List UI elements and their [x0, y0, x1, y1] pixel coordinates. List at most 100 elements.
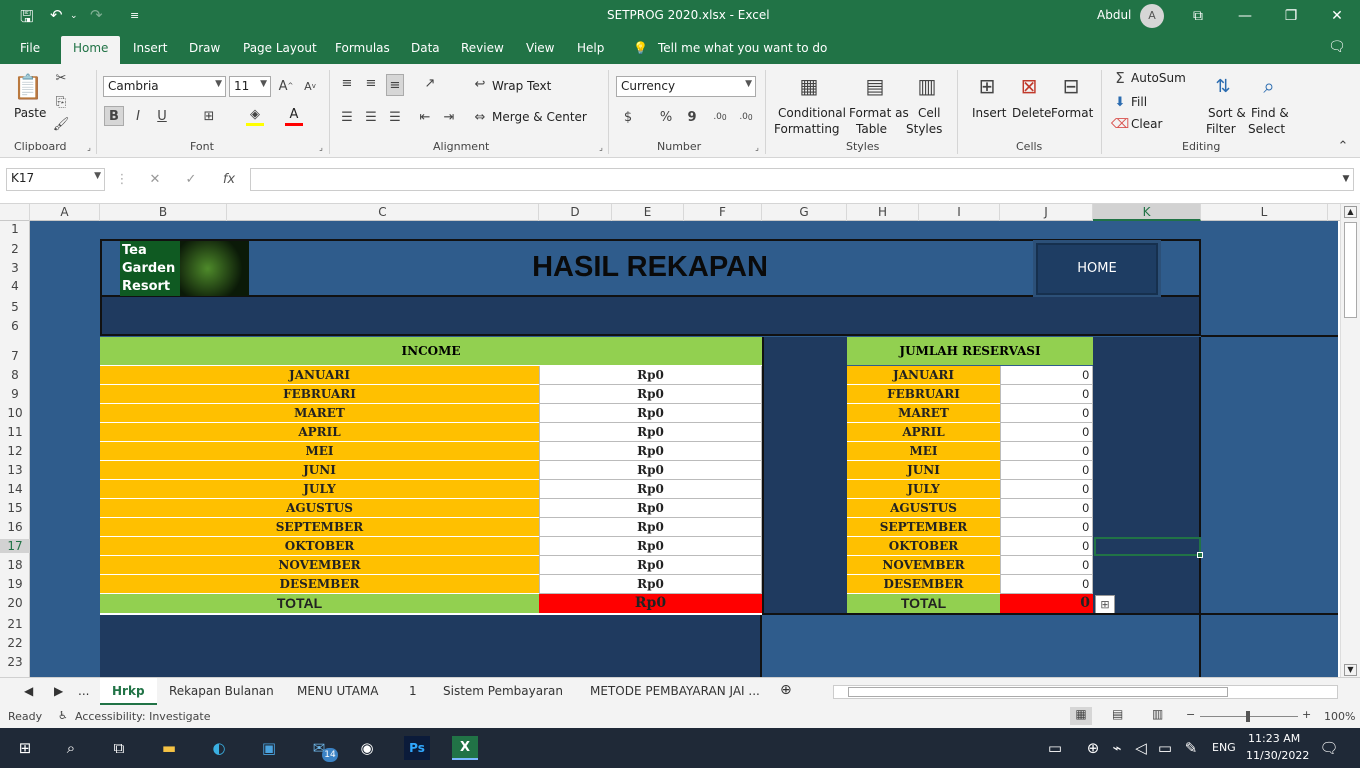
- row-header[interactable]: 15: [0, 501, 30, 515]
- close-icon[interactable]: ✕: [1314, 0, 1360, 32]
- row-header[interactable]: 11: [0, 425, 30, 439]
- tab-ellipsis[interactable]: ...: [78, 684, 89, 698]
- merge-center-icon[interactable]: ⇔: [472, 109, 488, 125]
- save-icon[interactable]: 🖫: [20, 6, 34, 33]
- cell-styles-icon[interactable]: ▥: [912, 70, 942, 102]
- sort-filter-icon[interactable]: ⇅: [1208, 70, 1238, 102]
- select-all-button[interactable]: [0, 204, 30, 221]
- insert-function-button[interactable]: fx: [218, 170, 240, 188]
- sort-filter-line2[interactable]: Filter: [1206, 122, 1236, 136]
- format-as-table-icon[interactable]: ▤: [860, 70, 890, 102]
- conditional-formatting-line2[interactable]: Formatting: [774, 122, 840, 136]
- tab-sistem-pembayaran[interactable]: Sistem Pembayaran: [443, 684, 563, 698]
- comma-button[interactable]: 9: [684, 108, 700, 126]
- clock-date[interactable]: 11/30/2022: [1246, 749, 1309, 762]
- copy-icon[interactable]: ⎘: [52, 94, 70, 110]
- merge-center-button[interactable]: Merge & Center: [492, 110, 587, 124]
- tell-me-search[interactable]: Tell me what you want to do: [658, 41, 827, 55]
- autosum-button[interactable]: AutoSum: [1131, 71, 1186, 85]
- column-header[interactable]: F: [684, 204, 762, 221]
- insert-cells-button[interactable]: Insert: [972, 106, 1006, 120]
- zoom-level[interactable]: 100%: [1324, 710, 1355, 723]
- menu-review[interactable]: Review: [461, 41, 504, 55]
- horizontal-scrollbar[interactable]: [833, 685, 1338, 699]
- accounting-button[interactable]: $: [620, 108, 636, 126]
- column-header[interactable]: A: [30, 204, 100, 221]
- align-center-icon[interactable]: ☰: [362, 108, 380, 126]
- photoshop-icon[interactable]: Ps: [404, 736, 430, 760]
- fill-button[interactable]: Fill: [1131, 95, 1147, 109]
- font-name-combo[interactable]: Cambria ▼: [103, 76, 226, 97]
- increase-decimal-icon[interactable]: .0 0: [710, 108, 730, 126]
- format-cells-button[interactable]: Format: [1051, 106, 1093, 120]
- selected-cell-k17[interactable]: [1094, 537, 1201, 556]
- edge-icon[interactable]: ◐: [206, 736, 232, 760]
- tab-metode-pembayaran[interactable]: METODE PEMBAYARAN JAI ...: [590, 684, 760, 698]
- menu-view[interactable]: View: [526, 41, 554, 55]
- pen-icon[interactable]: ✎: [1178, 736, 1204, 760]
- column-header[interactable]: H: [847, 204, 919, 221]
- page-layout-view-icon[interactable]: ▤: [1112, 707, 1123, 721]
- tab-1[interactable]: 1: [409, 684, 417, 698]
- undo-dropdown-icon[interactable]: ⌄: [70, 11, 78, 21]
- network-icon[interactable]: ▭: [1042, 736, 1068, 760]
- scroll-up-icon[interactable]: ▲: [1344, 206, 1357, 218]
- delete-cells-button[interactable]: Delete: [1012, 106, 1051, 120]
- row-header[interactable]: 2: [0, 242, 30, 256]
- restore-icon[interactable]: ❐: [1268, 0, 1314, 32]
- globe-icon[interactable]: ⊕: [1080, 736, 1106, 760]
- display-icon[interactable]: ▭: [1152, 736, 1178, 760]
- bold-button[interactable]: B: [104, 106, 124, 126]
- file-explorer-icon[interactable]: ▬: [156, 736, 182, 760]
- clear-button[interactable]: Clear: [1131, 117, 1162, 131]
- add-sheet-icon[interactable]: ⊕: [780, 682, 792, 698]
- avatar[interactable]: A: [1140, 4, 1164, 28]
- comments-icon[interactable]: 🗨: [1328, 39, 1346, 55]
- cell-styles-line2[interactable]: Styles: [906, 122, 942, 136]
- row-header[interactable]: 14: [0, 482, 30, 496]
- percent-button[interactable]: %: [658, 108, 674, 126]
- align-right-icon[interactable]: ☰: [386, 108, 404, 126]
- vertical-scrollbar[interactable]: ▲ ▼: [1340, 204, 1360, 677]
- shrink-font-icon[interactable]: Av: [300, 77, 320, 95]
- power-icon[interactable]: ⌁: [1104, 736, 1130, 760]
- row-header[interactable]: 1: [0, 222, 30, 236]
- menu-data[interactable]: Data: [411, 41, 440, 55]
- language-indicator[interactable]: ENG: [1212, 741, 1236, 754]
- format-painter-icon[interactable]: 🖌: [52, 116, 70, 132]
- fill-handle[interactable]: [1197, 552, 1203, 558]
- accessibility-status[interactable]: Accessibility: Investigate: [75, 710, 211, 723]
- clear-icon[interactable]: ⌫: [1111, 116, 1129, 132]
- format-cells-icon[interactable]: ⊟: [1056, 70, 1086, 102]
- row-header[interactable]: 7: [0, 349, 30, 363]
- row-header[interactable]: 4: [0, 279, 30, 293]
- clock-time[interactable]: 11:23 AM: [1248, 732, 1300, 745]
- row-header[interactable]: 23: [0, 655, 30, 669]
- enter-icon[interactable]: ✓: [182, 170, 200, 188]
- worksheet[interactable]: Tea Garden Resort HASIL REKAPAN HOME INC…: [30, 221, 1338, 677]
- row-header[interactable]: 12: [0, 444, 30, 458]
- grow-font-icon[interactable]: A ^: [276, 77, 296, 95]
- italic-button[interactable]: I: [130, 106, 146, 126]
- column-header[interactable]: D: [539, 204, 612, 221]
- conditional-formatting-icon[interactable]: ▦: [794, 70, 824, 102]
- row-header[interactable]: 6: [0, 319, 30, 333]
- column-header[interactable]: G: [762, 204, 847, 221]
- cancel-icon[interactable]: ✕: [146, 170, 164, 188]
- row-header[interactable]: 20: [0, 596, 30, 610]
- paste-icon[interactable]: 📋: [12, 70, 44, 104]
- conditional-formatting-line1[interactable]: Conditional: [778, 106, 846, 120]
- row-header[interactable]: 3: [0, 261, 30, 275]
- column-header[interactable]: B: [100, 204, 227, 221]
- row-header[interactable]: 18: [0, 558, 30, 572]
- font-size-combo[interactable]: 11 ▼: [229, 76, 271, 97]
- find-select-icon[interactable]: ⌕: [1254, 70, 1284, 102]
- fill-icon[interactable]: ⬇: [1112, 94, 1128, 110]
- row-header[interactable]: 21: [0, 617, 30, 631]
- column-header[interactable]: I: [919, 204, 1000, 221]
- column-header[interactable]: E: [612, 204, 684, 221]
- store-icon[interactable]: ▣: [256, 736, 282, 760]
- decrease-decimal-icon[interactable]: .0 0: [736, 108, 756, 126]
- align-top-icon[interactable]: ≡: [338, 74, 356, 92]
- find-select-line1[interactable]: Find &: [1251, 106, 1289, 120]
